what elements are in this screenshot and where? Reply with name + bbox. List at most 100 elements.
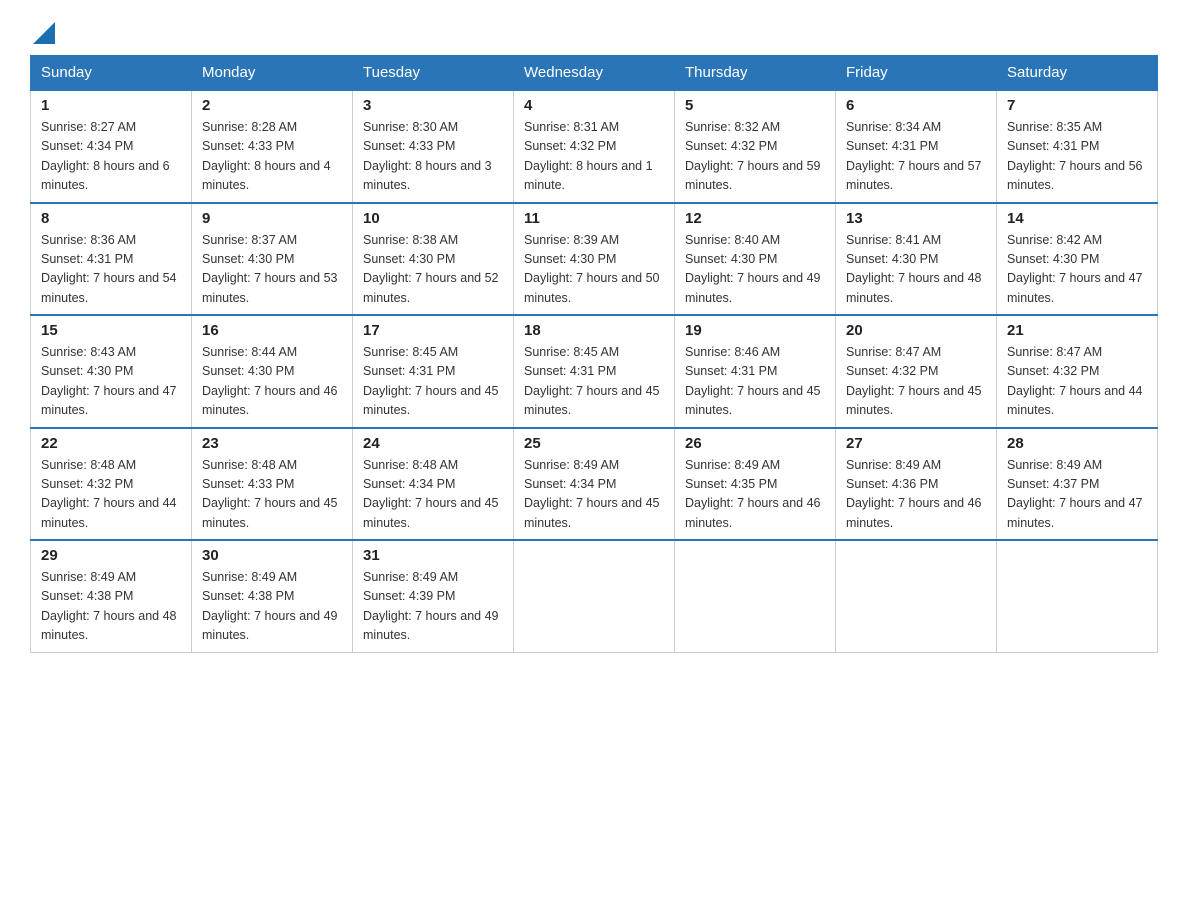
day-number: 13 — [846, 210, 986, 227]
calendar-cell — [836, 540, 997, 652]
day-info: Sunrise: 8:36 AMSunset: 4:31 PMDaylight:… — [41, 231, 181, 309]
day-number: 17 — [363, 322, 503, 339]
calendar-cell — [675, 540, 836, 652]
calendar-cell: 29 Sunrise: 8:49 AMSunset: 4:38 PMDayligh… — [31, 540, 192, 652]
day-info: Sunrise: 8:35 AMSunset: 4:31 PMDaylight:… — [1007, 118, 1147, 196]
day-info: Sunrise: 8:41 AMSunset: 4:30 PMDaylight:… — [846, 231, 986, 309]
day-info: Sunrise: 8:43 AMSunset: 4:30 PMDaylight:… — [41, 343, 181, 421]
calendar-cell: 4 Sunrise: 8:31 AMSunset: 4:32 PMDaylight… — [514, 90, 675, 203]
calendar-week-row: 22 Sunrise: 8:48 AMSunset: 4:32 PMDayligh… — [31, 428, 1158, 541]
calendar-cell: 10Sunrise: 8:38 AMSunset: 4:30 PMDayligh… — [353, 203, 514, 316]
calendar-cell — [514, 540, 675, 652]
calendar-cell: 21 Sunrise: 8:47 AMSunset: 4:32 PMDayligh… — [997, 315, 1158, 428]
calendar-week-row: 1 Sunrise: 8:27 AMSunset: 4:34 PMDaylight… — [31, 90, 1158, 203]
day-info: Sunrise: 8:28 AMSunset: 4:33 PMDaylight:… — [202, 118, 342, 196]
day-info: Sunrise: 8:49 AMSunset: 4:39 PMDaylight:… — [363, 568, 503, 646]
calendar-header-row: SundayMondayTuesdayWednesdayThursdayFrid… — [31, 56, 1158, 91]
calendar-cell: 13 Sunrise: 8:41 AMSunset: 4:30 PMDayligh… — [836, 203, 997, 316]
calendar-cell: 9 Sunrise: 8:37 AMSunset: 4:30 PMDaylight… — [192, 203, 353, 316]
day-info: Sunrise: 8:48 AMSunset: 4:33 PMDaylight:… — [202, 456, 342, 534]
col-header-tuesday: Tuesday — [353, 56, 514, 91]
calendar-week-row: 8 Sunrise: 8:36 AMSunset: 4:31 PMDaylight… — [31, 203, 1158, 316]
day-info: Sunrise: 8:45 AMSunset: 4:31 PMDaylight:… — [524, 343, 664, 421]
day-number: 18 — [524, 322, 664, 339]
calendar-cell — [997, 540, 1158, 652]
day-number: 24 — [363, 435, 503, 452]
day-number: 23 — [202, 435, 342, 452]
day-number: 15 — [41, 322, 181, 339]
day-info: Sunrise: 8:39 AMSunset: 4:30 PMDaylight:… — [524, 231, 664, 309]
day-number: 8 — [41, 210, 181, 227]
calendar-cell: 20 Sunrise: 8:47 AMSunset: 4:32 PMDayligh… — [836, 315, 997, 428]
day-number: 22 — [41, 435, 181, 452]
day-info: Sunrise: 8:47 AMSunset: 4:32 PMDaylight:… — [846, 343, 986, 421]
calendar-cell: 5Sunrise: 8:32 AMSunset: 4:32 PMDaylight… — [675, 90, 836, 203]
day-info: Sunrise: 8:27 AMSunset: 4:34 PMDaylight:… — [41, 118, 181, 196]
calendar-week-row: 29 Sunrise: 8:49 AMSunset: 4:38 PMDayligh… — [31, 540, 1158, 652]
day-info: Sunrise: 8:37 AMSunset: 4:30 PMDaylight:… — [202, 231, 342, 309]
calendar-table: SundayMondayTuesdayWednesdayThursdayFrid… — [30, 55, 1158, 653]
day-info: Sunrise: 8:46 AMSunset: 4:31 PMDaylight:… — [685, 343, 825, 421]
day-number: 10 — [363, 210, 503, 227]
calendar-week-row: 15 Sunrise: 8:43 AMSunset: 4:30 PMDayligh… — [31, 315, 1158, 428]
calendar-cell: 25 Sunrise: 8:49 AMSunset: 4:34 PMDayligh… — [514, 428, 675, 541]
day-number: 3 — [363, 97, 503, 114]
col-header-sunday: Sunday — [31, 56, 192, 91]
col-header-monday: Monday — [192, 56, 353, 91]
day-number: 9 — [202, 210, 342, 227]
calendar-cell: 27 Sunrise: 8:49 AMSunset: 4:36 PMDayligh… — [836, 428, 997, 541]
day-info: Sunrise: 8:49 AMSunset: 4:34 PMDaylight:… — [524, 456, 664, 534]
day-number: 19 — [685, 322, 825, 339]
calendar-cell: 26 Sunrise: 8:49 AMSunset: 4:35 PMDayligh… — [675, 428, 836, 541]
calendar-cell: 1 Sunrise: 8:27 AMSunset: 4:34 PMDaylight… — [31, 90, 192, 203]
day-number: 30 — [202, 547, 342, 564]
day-number: 20 — [846, 322, 986, 339]
day-number: 4 — [524, 97, 664, 114]
day-number: 21 — [1007, 322, 1147, 339]
day-info: Sunrise: 8:48 AMSunset: 4:32 PMDaylight:… — [41, 456, 181, 534]
day-number: 29 — [41, 547, 181, 564]
day-info: Sunrise: 8:49 AMSunset: 4:35 PMDaylight:… — [685, 456, 825, 534]
day-info: Sunrise: 8:49 AMSunset: 4:38 PMDaylight:… — [41, 568, 181, 646]
day-info: Sunrise: 8:49 AMSunset: 4:37 PMDaylight:… — [1007, 456, 1147, 534]
calendar-cell: 14 Sunrise: 8:42 AMSunset: 4:30 PMDayligh… — [997, 203, 1158, 316]
day-number: 14 — [1007, 210, 1147, 227]
calendar-cell: 30Sunrise: 8:49 AMSunset: 4:38 PMDayligh… — [192, 540, 353, 652]
day-info: Sunrise: 8:34 AMSunset: 4:31 PMDaylight:… — [846, 118, 986, 196]
calendar-cell: 2 Sunrise: 8:28 AMSunset: 4:33 PMDaylight… — [192, 90, 353, 203]
day-info: Sunrise: 8:30 AMSunset: 4:33 PMDaylight:… — [363, 118, 503, 196]
day-info: Sunrise: 8:32 AMSunset: 4:32 PMDaylight:… — [685, 118, 825, 196]
logo-triangle-icon — [33, 22, 55, 44]
day-number: 7 — [1007, 97, 1147, 114]
col-header-saturday: Saturday — [997, 56, 1158, 91]
calendar-cell: 3 Sunrise: 8:30 AMSunset: 4:33 PMDaylight… — [353, 90, 514, 203]
page-header — [30, 20, 1158, 45]
day-info: Sunrise: 8:44 AMSunset: 4:30 PMDaylight:… — [202, 343, 342, 421]
calendar-cell: 19 Sunrise: 8:46 AMSunset: 4:31 PMDayligh… — [675, 315, 836, 428]
calendar-cell: 28Sunrise: 8:49 AMSunset: 4:37 PMDayligh… — [997, 428, 1158, 541]
calendar-cell: 6 Sunrise: 8:34 AMSunset: 4:31 PMDaylight… — [836, 90, 997, 203]
day-info: Sunrise: 8:47 AMSunset: 4:32 PMDaylight:… — [1007, 343, 1147, 421]
day-number: 12 — [685, 210, 825, 227]
calendar-cell: 18 Sunrise: 8:45 AMSunset: 4:31 PMDayligh… — [514, 315, 675, 428]
day-info: Sunrise: 8:31 AMSunset: 4:32 PMDaylight:… — [524, 118, 664, 196]
day-number: 16 — [202, 322, 342, 339]
day-number: 6 — [846, 97, 986, 114]
day-number: 11 — [524, 210, 664, 227]
calendar-cell: 24 Sunrise: 8:48 AMSunset: 4:34 PMDayligh… — [353, 428, 514, 541]
calendar-cell: 11 Sunrise: 8:39 AMSunset: 4:30 PMDayligh… — [514, 203, 675, 316]
calendar-cell: 7 Sunrise: 8:35 AMSunset: 4:31 PMDaylight… — [997, 90, 1158, 203]
day-number: 27 — [846, 435, 986, 452]
day-info: Sunrise: 8:45 AMSunset: 4:31 PMDaylight:… — [363, 343, 503, 421]
day-number: 26 — [685, 435, 825, 452]
day-info: Sunrise: 8:48 AMSunset: 4:34 PMDaylight:… — [363, 456, 503, 534]
calendar-cell: 8 Sunrise: 8:36 AMSunset: 4:31 PMDaylight… — [31, 203, 192, 316]
calendar-cell: 22 Sunrise: 8:48 AMSunset: 4:32 PMDayligh… — [31, 428, 192, 541]
day-number: 25 — [524, 435, 664, 452]
day-info: Sunrise: 8:49 AMSunset: 4:36 PMDaylight:… — [846, 456, 986, 534]
day-number: 1 — [41, 97, 181, 114]
day-number: 2 — [202, 97, 342, 114]
calendar-cell: 23 Sunrise: 8:48 AMSunset: 4:33 PMDayligh… — [192, 428, 353, 541]
day-info: Sunrise: 8:42 AMSunset: 4:30 PMDaylight:… — [1007, 231, 1147, 309]
col-header-thursday: Thursday — [675, 56, 836, 91]
